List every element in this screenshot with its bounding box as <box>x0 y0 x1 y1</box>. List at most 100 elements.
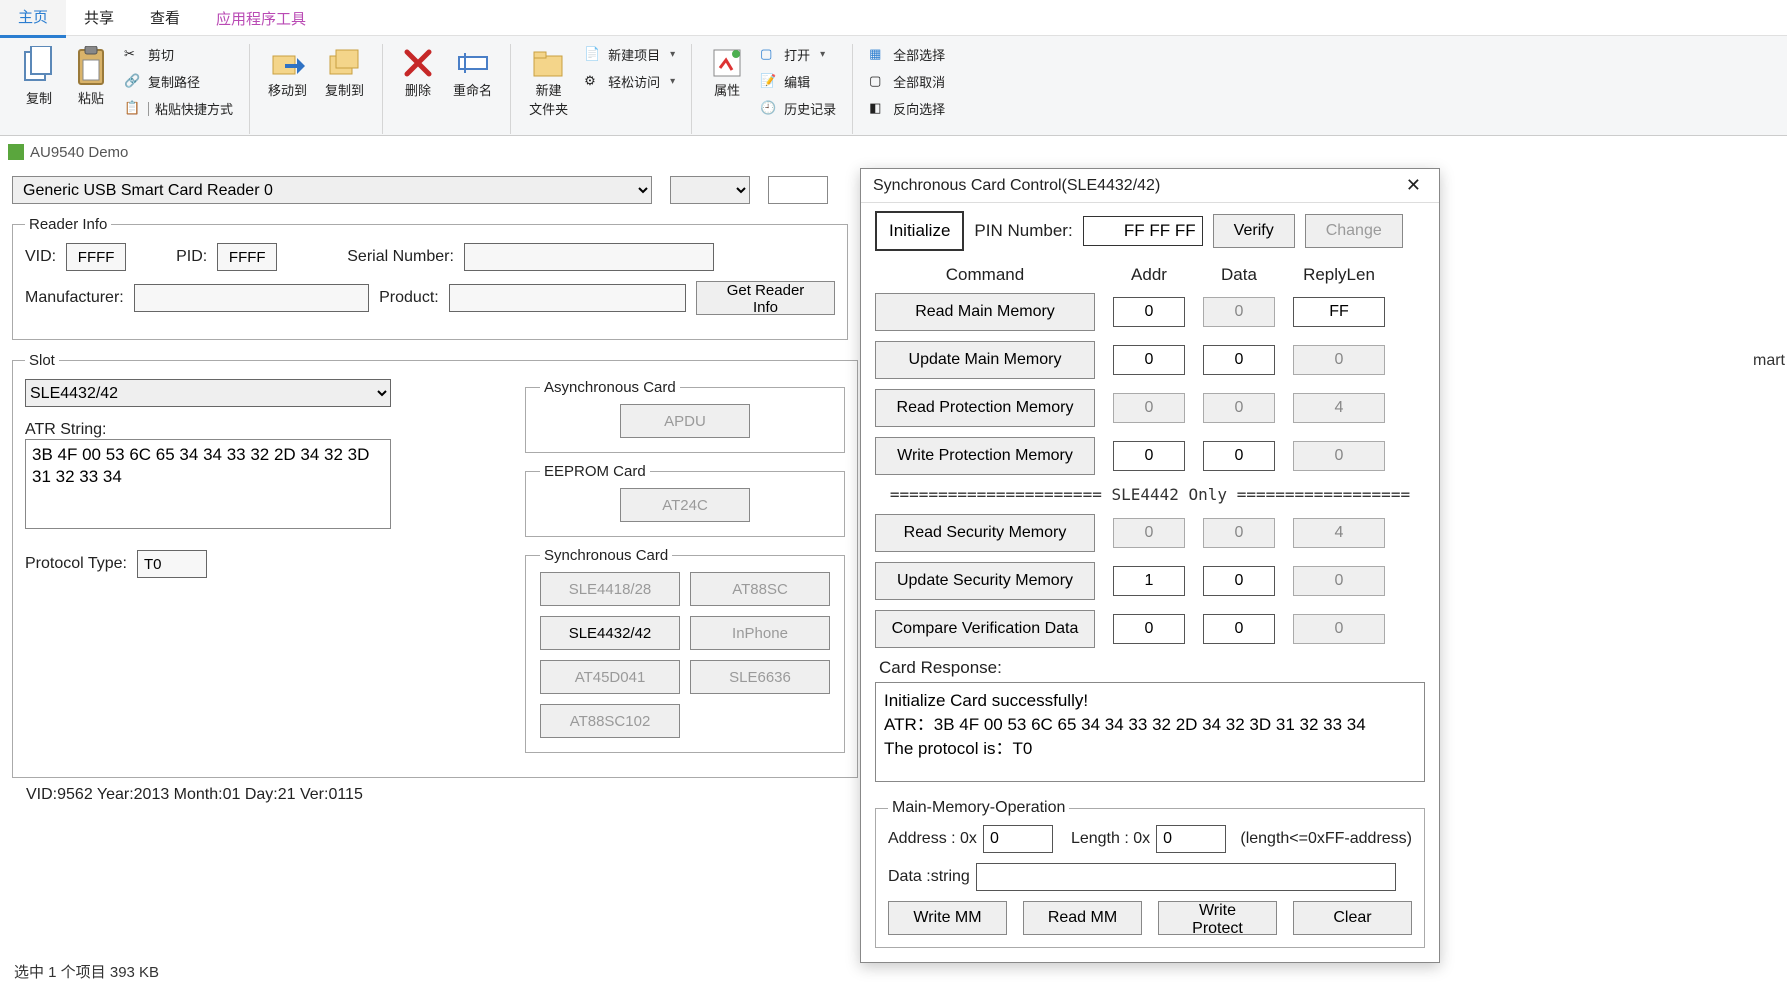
read-mm-button[interactable]: Read MM <box>1023 901 1142 935</box>
cut-button[interactable]: ✂剪切 <box>118 42 239 67</box>
write-prot-button[interactable]: Write Protection Memory <box>875 437 1095 475</box>
read-main-button[interactable]: Read Main Memory <box>875 293 1095 331</box>
read-prot-button[interactable]: Read Protection Memory <box>875 389 1095 427</box>
copy-path-icon: 🔗 <box>124 73 142 91</box>
compare-ver-data-input[interactable] <box>1203 614 1275 644</box>
select-none-button[interactable]: ▢全部取消 <box>863 69 951 94</box>
card-response-box[interactable]: Initialize Card successfully! ATR：3B 4F … <box>875 682 1425 782</box>
get-reader-info-button[interactable]: Get Reader Info <box>696 281 835 315</box>
write-prot-data-input[interactable] <box>1203 441 1275 471</box>
write-mm-button[interactable]: Write MM <box>888 901 1007 935</box>
product-input[interactable] <box>449 284 686 312</box>
write-protect-button[interactable]: Write Protect <box>1158 901 1277 935</box>
select-all-button[interactable]: ▦全部选择 <box>863 42 951 67</box>
paste-label: 粘贴 <box>78 88 104 107</box>
main-memory-operation-group: Main-Memory-Operation Address : 0x Lengt… <box>875 799 1425 948</box>
slot-card-type-select[interactable]: SLE4432/42 <box>25 379 391 407</box>
read-main-addr-input[interactable] <box>1113 297 1185 327</box>
atr-string-box[interactable]: 3B 4F 00 53 6C 65 34 34 33 32 2D 34 32 3… <box>25 439 391 529</box>
copy-to-label: 复制到 <box>325 80 364 99</box>
update-sec-addr-input[interactable] <box>1113 566 1185 596</box>
sync-card-group: Synchronous Card SLE4418/28 AT88SC SLE44… <box>525 547 845 753</box>
chevron-down-icon: ▾ <box>670 49 675 60</box>
tab-view[interactable]: 查看 <box>132 0 198 36</box>
memops-addr-input[interactable] <box>983 825 1053 853</box>
update-sec-data-input[interactable] <box>1203 566 1275 596</box>
read-prot-reply-input <box>1293 393 1385 423</box>
tab-app-tools[interactable]: 应用程序工具 <box>198 0 324 37</box>
delete-button[interactable]: 删除 <box>393 42 443 103</box>
copy-to-icon <box>328 46 362 80</box>
read-sec-button[interactable]: Read Security Memory <box>875 514 1095 552</box>
read-sec-addr-input <box>1113 518 1185 548</box>
update-main-button[interactable]: Update Main Memory <box>875 341 1095 379</box>
sync-card-control-dialog: Synchronous Card Control(SLE4432/42) ✕ I… <box>860 168 1440 963</box>
pid-input[interactable] <box>217 243 277 271</box>
clear-button[interactable]: Clear <box>1293 901 1412 935</box>
edit-button[interactable]: 📝编辑 <box>754 69 842 94</box>
cmd-row-update-sec: Update Security Memory <box>875 562 1425 600</box>
paste-shortcut-button[interactable]: 📋粘贴快捷方式 <box>118 96 239 121</box>
app-title: AU9540 Demo <box>30 144 128 161</box>
memops-addr-label: Address : 0x <box>888 830 977 848</box>
pin-input[interactable] <box>1083 216 1203 246</box>
product-label: Product: <box>379 289 439 307</box>
close-icon[interactable]: ✕ <box>1400 175 1427 196</box>
pid-label: PID: <box>176 248 207 266</box>
move-to-button[interactable]: 移动到 <box>260 42 315 103</box>
aux-input-1[interactable] <box>768 176 828 204</box>
paste-icon <box>74 46 108 88</box>
read-sec-data-input <box>1203 518 1275 548</box>
reader-info-legend: Reader Info <box>25 216 111 233</box>
apdu-button: APDU <box>620 404 750 438</box>
sle4442-divider: ====================== SLE4442 Only ====… <box>875 485 1425 504</box>
header-command: Command <box>875 265 1095 285</box>
sle6636-button: SLE6636 <box>690 660 830 694</box>
copy-button[interactable]: 复制 <box>14 42 64 111</box>
memops-len-input[interactable] <box>1156 825 1226 853</box>
compare-ver-button[interactable]: Compare Verification Data <box>875 610 1095 648</box>
aux-select-1[interactable] <box>670 176 750 204</box>
new-folder-button[interactable]: 新建 文件夹 <box>521 42 576 122</box>
serial-input[interactable] <box>464 243 714 271</box>
manufacturer-input[interactable] <box>134 284 369 312</box>
sle4418-button: SLE4418/28 <box>540 572 680 606</box>
update-main-addr-input[interactable] <box>1113 345 1185 375</box>
header-replylen: ReplyLen <box>1293 265 1385 285</box>
protocol-type-input[interactable] <box>137 550 207 578</box>
tab-share[interactable]: 共享 <box>66 0 132 36</box>
open-button[interactable]: ▢打开▾ <box>754 42 842 67</box>
copy-path-button[interactable]: 🔗复制路径 <box>118 69 239 94</box>
write-prot-addr-input[interactable] <box>1113 441 1185 471</box>
inphone-button: InPhone <box>690 616 830 650</box>
vid-input[interactable] <box>66 243 126 271</box>
at88sc102-button: AT88SC102 <box>540 704 680 738</box>
sync-legend: Synchronous Card <box>540 547 672 564</box>
memops-data-input[interactable] <box>976 863 1396 891</box>
update-main-data-input[interactable] <box>1203 345 1275 375</box>
reader-select[interactable]: Generic USB Smart Card Reader 0 <box>12 176 652 204</box>
initialize-button[interactable]: Initialize <box>875 211 964 251</box>
header-data: Data <box>1203 265 1275 285</box>
at24c-z-button: AT24C <box>620 488 750 522</box>
new-item-button[interactable]: 📄新建项目▾ <box>578 42 681 67</box>
invert-selection-button[interactable]: ◧反向选择 <box>863 96 951 121</box>
history-button[interactable]: 🕘历史记录 <box>754 96 842 121</box>
new-item-icon: 📄 <box>584 46 602 64</box>
update-main-reply-input <box>1293 345 1385 375</box>
app-title-bar: AU9540 Demo <box>0 136 1787 168</box>
verify-button[interactable]: Verify <box>1213 214 1295 248</box>
paste-button[interactable]: 粘贴 <box>66 42 116 111</box>
copy-to-button[interactable]: 复制到 <box>317 42 372 103</box>
truncated-text: mart <box>1751 350 1787 372</box>
sle4432-button[interactable]: SLE4432/42 <box>540 616 680 650</box>
rename-button[interactable]: 重命名 <box>445 42 500 103</box>
serial-label: Serial Number: <box>347 248 454 266</box>
update-sec-button[interactable]: Update Security Memory <box>875 562 1095 600</box>
copy-icon <box>22 46 56 88</box>
compare-ver-addr-input[interactable] <box>1113 614 1185 644</box>
properties-button[interactable]: 属性 <box>702 42 752 103</box>
tab-home[interactable]: 主页 <box>0 0 66 38</box>
read-main-reply-input[interactable] <box>1293 297 1385 327</box>
easy-access-button[interactable]: ⚙轻松访问▾ <box>578 69 681 94</box>
